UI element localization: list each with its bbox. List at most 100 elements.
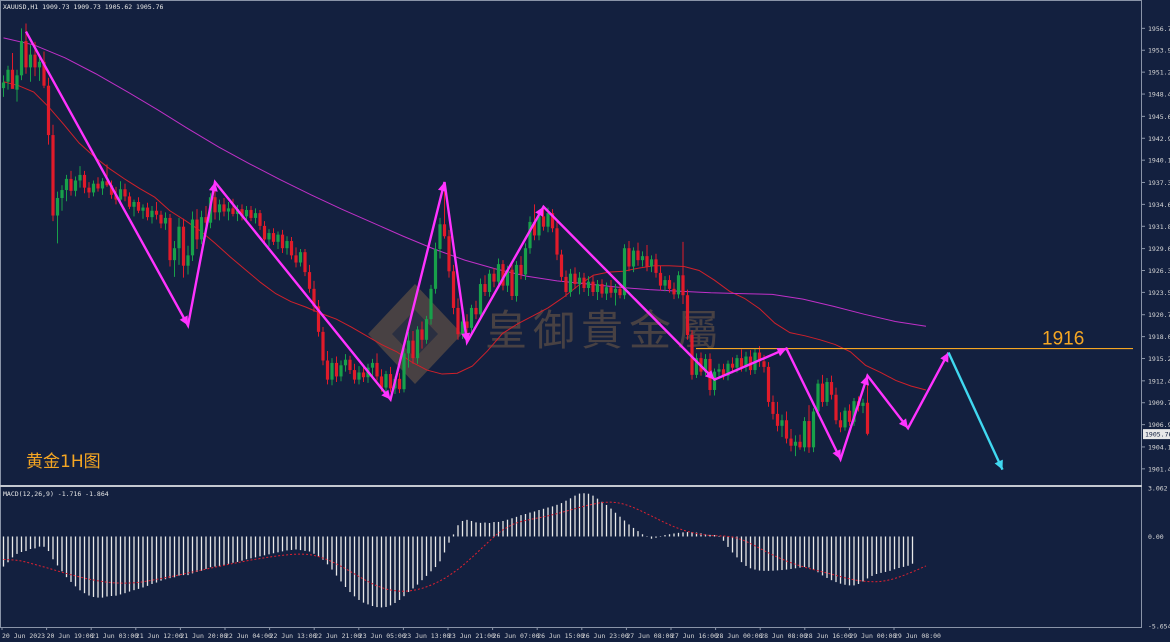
candle-body (132, 201, 136, 207)
candle-body (24, 41, 28, 68)
candle-body (87, 187, 91, 193)
candle-body (546, 213, 550, 227)
candle-body (573, 273, 577, 285)
candle-body (730, 363, 735, 368)
candle-body (343, 359, 348, 366)
candle (429, 284, 433, 325)
time-tick-label: 29 Jun 00:00 (849, 632, 896, 640)
price-tick-label: 1934.60 (1148, 201, 1170, 209)
time-tick-label: 21 Jun 12:00 (136, 632, 183, 640)
candle (168, 213, 172, 267)
candle-body (595, 284, 600, 293)
candle-body (73, 180, 78, 191)
candle (825, 378, 829, 406)
candle-body (798, 441, 802, 448)
candle-body (564, 276, 568, 293)
candle-body (420, 329, 424, 340)
candle (559, 249, 564, 282)
candle-body (478, 284, 483, 315)
current-price-label: 1905.76 (1145, 431, 1170, 439)
time-tick-label: 26 Jun 07:00 (493, 632, 540, 640)
candle-body (37, 61, 42, 68)
candle-body (190, 219, 195, 256)
candle-body (537, 216, 541, 236)
time-tick-label: 27 Jun 08:00 (626, 632, 673, 640)
price-tick-label: 1912.45 (1148, 377, 1170, 385)
candle-body (339, 365, 343, 377)
candle-body (159, 214, 163, 224)
candle-body (681, 275, 685, 296)
price-tick-label: 1948.45 (1148, 91, 1170, 99)
macd-axis-label: -5.654 (1148, 623, 1170, 631)
candle-body (739, 358, 744, 367)
candle-body (28, 54, 33, 68)
annotation-label: 黄金1H图 (26, 452, 101, 472)
candle-body (51, 135, 55, 216)
time-tick-label: 23 Jun 21:00 (448, 632, 495, 640)
candle-body (415, 329, 420, 359)
candle-body (55, 198, 60, 216)
candle-body (604, 287, 609, 294)
candle (676, 271, 681, 299)
candle-body (82, 174, 87, 188)
candle-body (442, 224, 447, 237)
candle-body (181, 226, 186, 266)
candle-body (469, 307, 474, 328)
candle-body (627, 248, 631, 267)
candle-body (289, 241, 294, 256)
candle-body (370, 362, 375, 368)
candle-body (307, 272, 312, 289)
time-tick-label: 21 Jun 03:00 (91, 632, 138, 640)
candle-body (150, 210, 154, 218)
candle-body (474, 307, 478, 315)
candle-body (438, 224, 442, 249)
candle-body (298, 252, 303, 263)
candle-body (861, 402, 865, 406)
candle-body (384, 374, 388, 388)
candle-body (640, 256, 645, 261)
candle (415, 326, 420, 364)
candle-body (685, 295, 690, 336)
candle-body (829, 382, 834, 395)
candle-body (64, 178, 69, 191)
symbol-header: XAUUSD,H1 1909.73 1909.73 1905.62 1905.7… (3, 3, 164, 11)
candle-body (429, 288, 433, 320)
candle-body (303, 252, 307, 273)
candle-body (226, 208, 231, 212)
chart-canvas: 皇御貴金屬 1956.701953.951951.201948.451945.6… (0, 0, 1170, 642)
candle-body (636, 250, 640, 261)
time-tick-label: 27 Jun 16:00 (671, 632, 718, 640)
candle-body (168, 217, 172, 261)
candle-body (807, 421, 811, 448)
candle-body (388, 374, 393, 389)
candle (447, 229, 451, 278)
candle-body (483, 284, 487, 293)
candle-body (649, 259, 654, 267)
macd-axis-label: 3.062 (1148, 485, 1168, 493)
candle-body (843, 410, 847, 428)
candle (51, 124, 55, 222)
candle-body (127, 196, 132, 207)
candle (685, 289, 690, 340)
candle-body (222, 204, 226, 212)
time-tick-label: 29 Jun 08:00 (894, 632, 941, 640)
candle-body (100, 181, 105, 189)
candle-body (676, 275, 681, 295)
candle-body (195, 219, 199, 240)
candle-body (78, 174, 82, 181)
candle-body (510, 269, 514, 296)
macd-axis-label: 0.00 (1148, 533, 1164, 541)
candle-body (865, 402, 870, 434)
candle-body (154, 210, 159, 215)
candle (303, 248, 307, 277)
candle-body (118, 189, 123, 200)
time-tick-label: 23 Jun 05:00 (359, 632, 406, 640)
candle-body (433, 248, 438, 289)
candle (843, 407, 847, 431)
candle-body (667, 280, 672, 289)
candle-body (582, 277, 586, 289)
time-tick-label: 28 Jun 08:00 (760, 632, 807, 640)
candle-body (784, 420, 789, 439)
level-label: 1916 (1042, 329, 1084, 350)
candle-body (568, 273, 573, 293)
